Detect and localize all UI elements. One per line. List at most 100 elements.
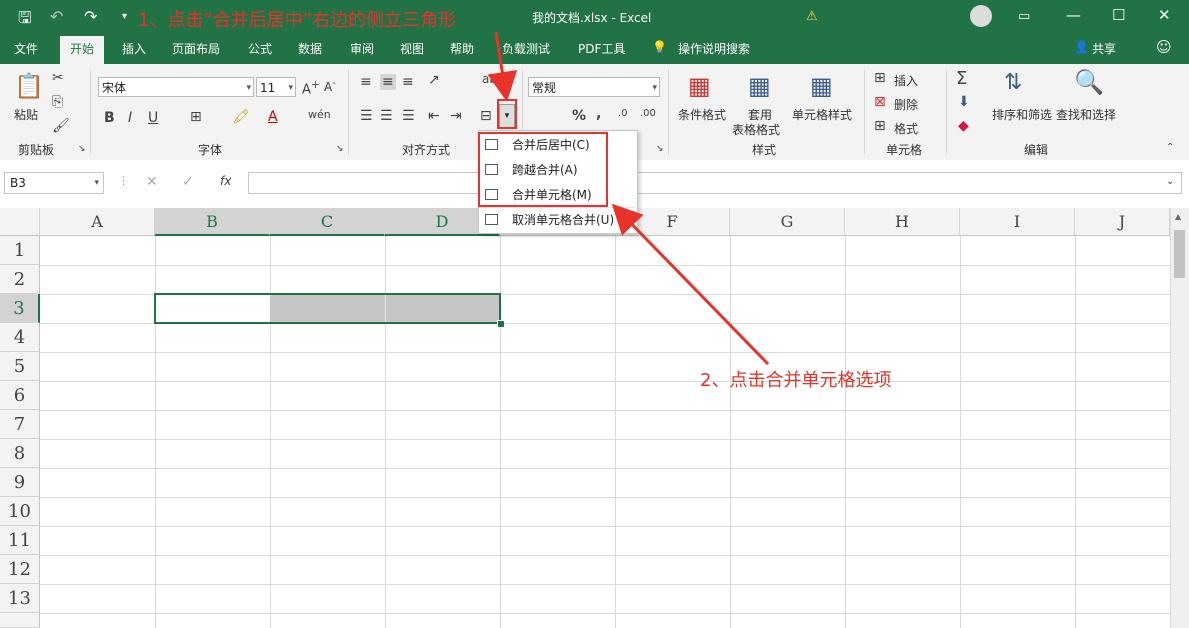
row-header[interactable]: 10 [0, 497, 40, 526]
dialog-launcher-icon[interactable]: ↘ [336, 144, 344, 154]
tab-load-test[interactable]: 负载测试 [502, 40, 550, 57]
tab-review[interactable]: 审阅 [350, 40, 374, 57]
autosum-icon[interactable]: Σ [956, 68, 967, 89]
font-size-combo[interactable]: 11 ▾ [256, 77, 296, 97]
close-icon[interactable]: ✕ [1158, 6, 1171, 24]
comma-icon[interactable]: , [596, 106, 601, 122]
increase-decimal-icon[interactable]: .0 [618, 108, 628, 119]
cell-styles-icon[interactable]: ▦ [810, 72, 833, 100]
font-color-icon[interactable]: A [268, 109, 278, 125]
find-select-button[interactable]: 查找和选择 [1056, 106, 1116, 123]
fill-color-icon[interactable]: 🖍 [232, 109, 250, 125]
save-icon[interactable]: 🖫 [18, 7, 32, 34]
row-header[interactable] [0, 613, 40, 628]
share-icon[interactable]: 👤 [1074, 40, 1089, 54]
column-header[interactable]: I [960, 208, 1075, 236]
align-middle-icon[interactable]: ≡ [380, 74, 396, 90]
row-header[interactable]: 5 [0, 352, 40, 381]
column-header[interactable]: H [845, 208, 960, 236]
redo-icon[interactable]: ↷ [84, 7, 97, 26]
delete-cells-button[interactable]: 删除 [894, 96, 918, 113]
borders-icon[interactable]: ⊞ [190, 109, 202, 125]
font-name-combo[interactable]: 宋体 ▾ [98, 77, 254, 97]
column-header[interactable]: A [40, 208, 155, 236]
worksheet-grid[interactable]: A B C D E F G H I J 1 2 3 4 5 6 7 8 9 10… [0, 208, 1170, 628]
scroll-up-icon[interactable]: ▲ [1175, 212, 1181, 221]
merge-center-icon[interactable]: ⊟ [480, 108, 492, 124]
row-header[interactable]: 2 [0, 265, 40, 294]
increase-indent-icon[interactable]: ⇥ [450, 108, 462, 124]
select-all-corner[interactable] [0, 208, 40, 236]
conditional-format-icon[interactable]: ▦ [688, 72, 711, 100]
tab-help[interactable]: 帮助 [450, 40, 474, 57]
enter-icon[interactable]: ✓ [182, 174, 194, 190]
column-header[interactable]: J [1075, 208, 1170, 236]
underline-button[interactable]: U [148, 110, 158, 126]
row-header[interactable]: 11 [0, 526, 40, 555]
format-cells-icon[interactable]: ⊞ [874, 118, 886, 134]
tab-home[interactable]: 开始 [60, 36, 105, 64]
avatar[interactable] [970, 5, 992, 27]
maximize-icon[interactable]: ☐ [1112, 6, 1125, 24]
row-header[interactable]: 7 [0, 410, 40, 439]
collapse-ribbon-icon[interactable]: ⌃ [1166, 142, 1174, 153]
tab-file[interactable]: 文件 [14, 40, 38, 57]
sort-filter-icon[interactable]: ⇅ [1004, 70, 1022, 95]
sort-filter-button[interactable]: 排序和筛选 [992, 106, 1052, 123]
tab-data[interactable]: 数据 [298, 40, 322, 57]
minimize-icon[interactable]: — [1066, 6, 1081, 24]
insert-cells-icon[interactable]: ⊞ [874, 70, 886, 86]
row-header[interactable]: 6 [0, 381, 40, 410]
name-box[interactable]: B3 ▾ [4, 172, 104, 194]
share-button[interactable]: 共享 [1092, 40, 1116, 57]
decrease-font-icon[interactable]: A- [324, 78, 336, 94]
align-bottom-icon[interactable]: ≡ [402, 74, 414, 90]
insert-cells-button[interactable]: 插入 [894, 72, 918, 89]
align-right-icon[interactable]: ☰ [402, 108, 415, 124]
dialog-launcher-icon[interactable]: ↘ [78, 144, 86, 154]
active-cell-selection[interactable] [154, 293, 501, 324]
row-header[interactable]: 3 [0, 294, 40, 323]
table-format-icon[interactable]: ▦ [748, 72, 771, 100]
tab-formulas[interactable]: 公式 [248, 40, 272, 57]
menu-item-unmerge-cells[interactable]: 取消单元格合并(U) [479, 207, 635, 233]
tab-pdf-tools[interactable]: PDF工具 [578, 40, 625, 57]
align-center-icon[interactable]: ☰ [380, 108, 393, 124]
row-header[interactable]: 9 [0, 468, 40, 497]
format-cells-button[interactable]: 格式 [894, 120, 918, 137]
column-header[interactable]: G [730, 208, 845, 236]
smiley-icon[interactable]: ☺ [1156, 38, 1172, 56]
decrease-decimal-icon[interactable]: .00 [640, 108, 656, 119]
row-header[interactable]: 4 [0, 323, 40, 352]
fill-handle[interactable] [497, 320, 505, 328]
undo-icon[interactable]: ↶ [50, 7, 63, 26]
bold-button[interactable]: B [104, 110, 115, 126]
insert-function-icon[interactable]: fx [220, 174, 231, 188]
dialog-launcher-icon[interactable]: ↘ [656, 144, 664, 154]
number-format-combo[interactable]: 常规 ▾ [528, 77, 660, 97]
cut-icon[interactable]: ✂ [52, 70, 64, 86]
phonetic-icon[interactable]: wén [308, 108, 331, 121]
column-header[interactable]: B [155, 208, 270, 236]
orientation-icon[interactable]: ↗ [428, 72, 440, 88]
decrease-indent-icon[interactable]: ⇤ [428, 108, 440, 124]
scrollbar-thumb[interactable] [1174, 230, 1185, 278]
align-top-icon[interactable]: ≡ [360, 74, 372, 90]
row-header[interactable]: 12 [0, 555, 40, 584]
italic-button[interactable]: I [128, 110, 132, 126]
tab-page-layout[interactable]: 页面布局 [172, 40, 220, 57]
paste-button[interactable]: 粘贴 [14, 106, 38, 123]
row-header[interactable]: 8 [0, 439, 40, 468]
tab-insert[interactable]: 插入 [122, 40, 146, 57]
align-left-icon[interactable]: ☰ [360, 108, 373, 124]
ribbon-display-icon[interactable]: ▭ [1018, 9, 1030, 24]
formula-input[interactable] [248, 172, 1182, 194]
table-format-label-2[interactable]: 表格格式 [732, 121, 780, 138]
increase-font-icon[interactable]: A+ [302, 78, 320, 97]
tab-view[interactable]: 视图 [400, 40, 424, 57]
wrap-text-icon[interactable]: ab↵ [482, 72, 507, 86]
row-header[interactable]: 13 [0, 584, 40, 613]
customize-qat-icon[interactable]: ▾ [122, 11, 127, 22]
row-header[interactable]: 1 [0, 236, 40, 265]
copy-icon[interactable]: ⎘ [52, 94, 63, 110]
